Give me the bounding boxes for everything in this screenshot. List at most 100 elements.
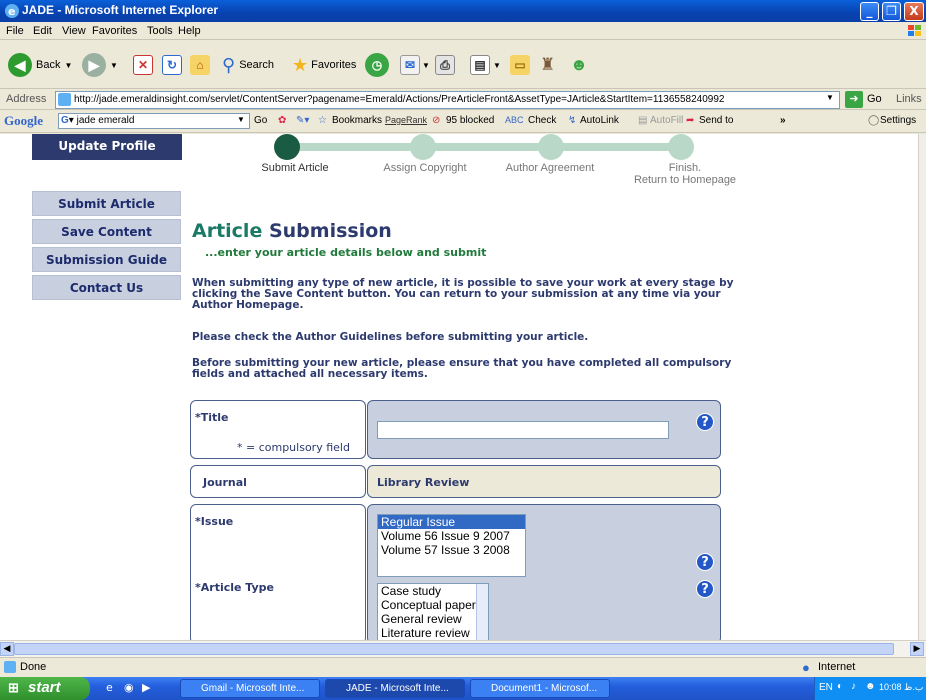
send-to-icon: ➦	[686, 115, 695, 126]
close-button[interactable]: X	[904, 2, 924, 21]
menu-favorites[interactable]: Favorites	[92, 25, 137, 37]
issue-listbox[interactable]: Regular Issue Volume 56 Issue 9 2007 Vol…	[377, 514, 526, 577]
stop-button[interactable]: ✕	[133, 49, 153, 81]
search-icon: ⚲	[222, 54, 236, 75]
messenger-button[interactable]: ☻	[570, 49, 588, 81]
issue-help-icon[interactable]: ?	[696, 553, 714, 571]
tray-volume-icon[interactable]: ♪	[851, 681, 856, 692]
menu-edit[interactable]: Edit	[33, 25, 52, 37]
menu-tools[interactable]: Tools	[147, 25, 173, 37]
compulsory-note: * = compulsory field	[237, 441, 350, 454]
bookmarks-button[interactable]: Bookmarks	[332, 115, 382, 126]
autolink-button[interactable]: AutoLink	[580, 115, 619, 126]
page-icon	[58, 93, 71, 106]
tray-messenger-icon[interactable]: ☻	[865, 681, 876, 692]
research-button[interactable]: ♜	[540, 49, 555, 81]
popup-blocker-icon: ⊘	[432, 115, 441, 126]
task-jade[interactable]: JADE - Microsoft Inte...	[325, 679, 465, 698]
google-go-button[interactable]: Go	[254, 115, 267, 126]
start-button[interactable]: ⊞ start	[0, 677, 90, 700]
article-type-option[interactable]: General review	[378, 612, 488, 626]
settings-button[interactable]: Settings	[880, 115, 916, 126]
article-type-option[interactable]: Case study	[378, 584, 488, 598]
sidebar-item-submission-guide[interactable]: Submission Guide	[32, 247, 181, 272]
forward-button[interactable]: ▶ ▼	[82, 49, 118, 81]
sidebar-item-save-content[interactable]: Save Content	[32, 219, 181, 244]
check-button[interactable]: Check	[528, 115, 556, 126]
autolink-icon: ↯	[568, 115, 577, 126]
home-button[interactable]: ⌂	[190, 49, 210, 81]
guidelines-paragraph: Please check the Author Guidelines befor…	[192, 331, 589, 343]
links-label[interactable]: Links	[896, 93, 922, 105]
page-title-part-b: Submission	[268, 220, 392, 242]
scroll-left-icon[interactable]: ◀	[0, 642, 14, 656]
scroll-thumb[interactable]	[14, 643, 894, 655]
article-type-listbox[interactable]: Case study Conceptual paper General revi…	[377, 583, 489, 640]
step-label-author-agreement: Author Agreement	[505, 162, 595, 174]
horizontal-scrollbar[interactable]: ◀ ▶	[0, 640, 926, 657]
go-arrow-icon[interactable]: ➜	[845, 91, 863, 108]
search-button[interactable]: ⚲ Search	[222, 49, 274, 81]
refresh-button[interactable]: ↻	[162, 49, 182, 81]
windows-logo-icon	[908, 25, 921, 36]
address-input[interactable]: http://jade.emeraldinsight.com/servlet/C…	[55, 91, 840, 109]
print-icon: ⎙	[435, 55, 455, 75]
tray-network-icon[interactable]: ◐	[837, 681, 843, 692]
back-button[interactable]: ◀ Back ▼	[8, 49, 72, 81]
task-document1[interactable]: Document1 - Microsof...	[470, 679, 610, 698]
pagerank-button[interactable]: PageRank	[385, 115, 427, 125]
page-subtitle: ...enter your article details below and …	[205, 246, 487, 259]
vertical-scrollbar[interactable]	[918, 134, 926, 640]
google-news-icon[interactable]: ✿	[278, 115, 286, 126]
address-dropdown-icon[interactable]: ▼	[826, 93, 834, 102]
maximize-button[interactable]: ❐	[882, 2, 901, 21]
page-title-part-a: Article	[192, 220, 263, 242]
popups-blocked-label[interactable]: 95 blocked	[446, 115, 494, 126]
language-indicator[interactable]: EN	[819, 682, 833, 693]
history-icon: ◷	[365, 53, 389, 77]
svg-text:e: e	[8, 5, 15, 18]
article-type-option[interactable]: Literature review	[378, 626, 488, 640]
issue-option[interactable]: Volume 56 Issue 9 2007	[378, 529, 525, 543]
favorites-button[interactable]: ★ Favorites	[292, 49, 356, 81]
article-type-option[interactable]: Conceptual paper	[378, 598, 488, 612]
article-type-help-icon[interactable]: ?	[696, 580, 714, 598]
title-input[interactable]	[377, 421, 669, 439]
minimize-button[interactable]: _	[860, 2, 879, 21]
issue-option[interactable]: Regular Issue	[378, 515, 525, 529]
google-search-input[interactable]: G▾ jade emerald	[58, 113, 250, 129]
update-profile-button[interactable]: Update Profile	[32, 134, 182, 160]
overflow-chevron-icon[interactable]: »	[780, 115, 786, 126]
menu-view[interactable]: View	[62, 25, 86, 37]
quick-launch-ie-icon[interactable]: e	[106, 681, 113, 694]
menu-help[interactable]: Help	[178, 25, 201, 37]
issue-type-label-cell: *Issue *Article Type	[190, 504, 366, 640]
google-toolbar: Google G▾ jade emerald ▼ Go ✿ ✎▾ ☆ Bookm…	[0, 111, 926, 133]
sidebar-item-contact-us[interactable]: Contact Us	[32, 275, 181, 300]
progress-track	[285, 143, 685, 151]
edit-button[interactable]: ▤ ▼	[470, 49, 501, 81]
go-label[interactable]: Go	[867, 93, 882, 105]
mail-icon: ✉	[400, 55, 420, 75]
issue-label: *Issue	[195, 515, 234, 528]
chevron-down-icon[interactable]: ▼	[237, 115, 245, 124]
intro-paragraph: When submitting any type of new article,…	[192, 277, 734, 311]
chevron-down-icon: ▼	[493, 60, 501, 70]
print-button[interactable]: ⎙	[435, 49, 455, 81]
listbox-scrollbar[interactable]	[476, 584, 488, 640]
autofill-button[interactable]: AutoFill	[650, 115, 683, 126]
quick-launch-media-icon[interactable]: ▶	[142, 681, 150, 694]
issue-option[interactable]: Volume 57 Issue 3 2008	[378, 543, 525, 557]
scroll-right-icon[interactable]: ▶	[910, 642, 924, 656]
history-button[interactable]: ◷	[365, 49, 389, 81]
send-to-button[interactable]: Send to	[699, 115, 733, 126]
discuss-button[interactable]: ▭	[510, 49, 530, 81]
sidebar-item-submit-article[interactable]: Submit Article	[32, 191, 181, 216]
mail-button[interactable]: ✉ ▼	[400, 49, 430, 81]
menu-file[interactable]: File	[6, 25, 24, 37]
google-tools-icon[interactable]: ✎▾	[296, 115, 309, 126]
quick-launch-browser-icon[interactable]: ◉	[124, 681, 134, 694]
task-gmail[interactable]: Gmail - Microsoft Inte...	[180, 679, 320, 698]
bookmarks-star-icon: ☆	[318, 115, 327, 126]
title-help-icon[interactable]: ?	[696, 413, 714, 431]
